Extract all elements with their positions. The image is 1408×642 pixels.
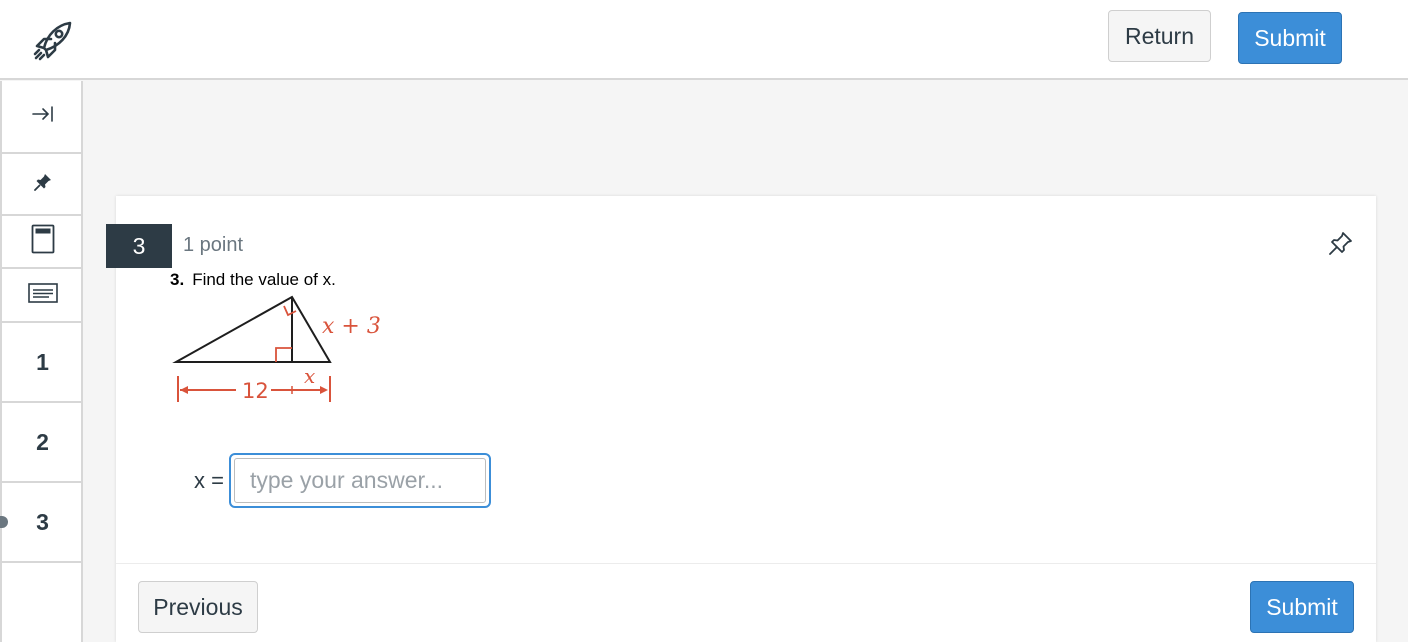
previous-button[interactable]: Previous	[138, 581, 258, 633]
keyboard-button[interactable]	[2, 269, 83, 323]
question-sidebar: 1 2 3	[0, 81, 83, 642]
card-footer-divider	[116, 563, 1376, 564]
current-question-indicator	[0, 516, 8, 528]
top-bar: Return Submit	[0, 0, 1408, 80]
question-nav-3-label: 3	[36, 508, 49, 535]
answer-field-focus-ring	[229, 453, 491, 508]
rocket-icon	[30, 18, 76, 62]
submit-button-bottom[interactable]: Submit	[1250, 581, 1354, 633]
pin-question-icon[interactable]	[1326, 230, 1354, 258]
question-points: 1 point	[183, 234, 244, 256]
question-card	[116, 196, 1376, 642]
pin-button[interactable]	[2, 154, 83, 216]
figure-base-label-left: 12	[242, 379, 269, 403]
answer-label: x =	[194, 468, 224, 493]
question-prompt-text: Find the value of x.	[192, 270, 336, 289]
question-nav-3[interactable]: 3	[0, 483, 83, 563]
collapse-sidebar-icon	[31, 106, 54, 127]
question-nav-1[interactable]: 1	[2, 323, 83, 403]
return-button[interactable]: Return	[1108, 10, 1211, 62]
collapse-sidebar-button[interactable]	[2, 81, 83, 154]
figure-base-label-right: x	[304, 364, 315, 388]
figure-side-label: x + 3	[322, 314, 381, 339]
triangle-figure: x + 3 12 x	[172, 295, 381, 403]
answer-input[interactable]	[234, 458, 486, 503]
calculator-icon	[31, 224, 55, 259]
question-number-badge: 3	[106, 224, 172, 268]
question-nav-2[interactable]: 2	[2, 403, 83, 483]
keyboard-icon	[27, 282, 58, 309]
question-prompt: 3. Find the value of x.	[170, 270, 336, 290]
calculator-button[interactable]	[2, 216, 83, 269]
submit-button-top[interactable]: Submit	[1238, 12, 1342, 64]
question-prompt-number: 3.	[170, 270, 185, 289]
pin-icon	[33, 173, 52, 196]
